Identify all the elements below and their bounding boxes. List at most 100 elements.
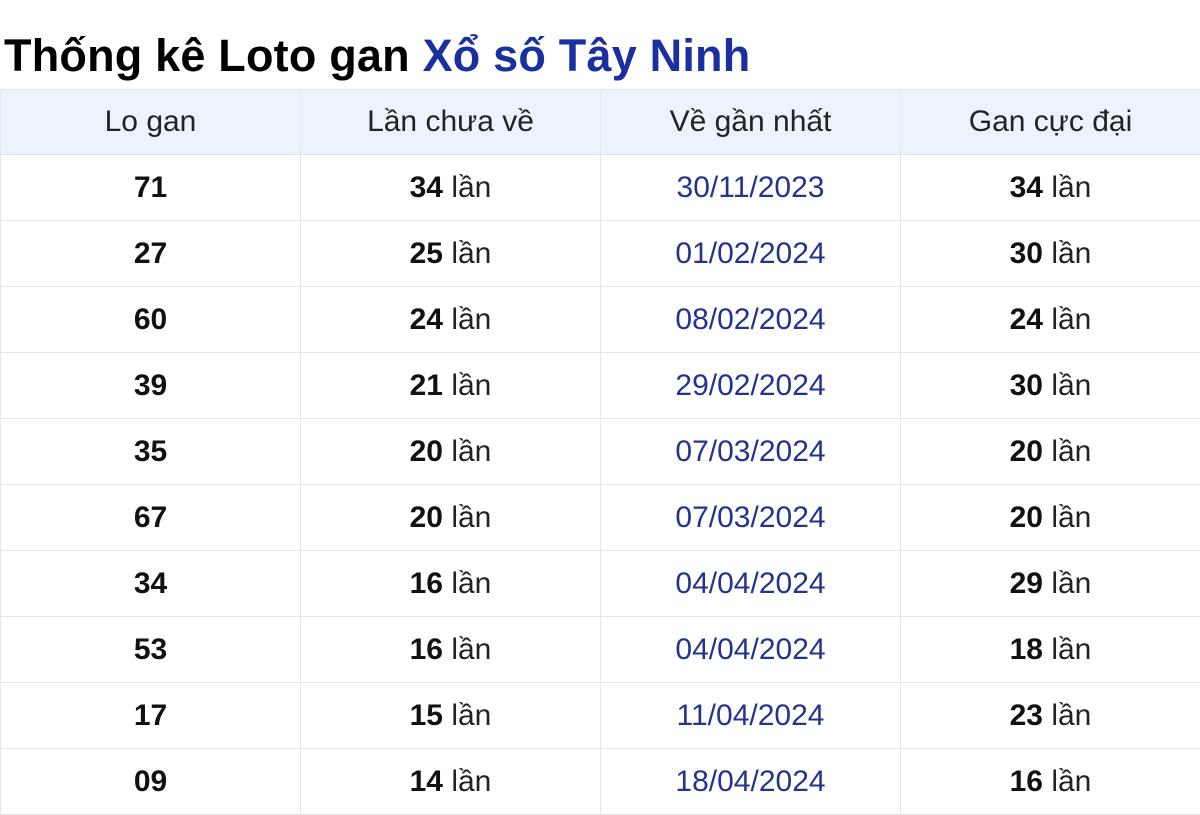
lo-number-cell: 34 xyxy=(1,551,301,617)
lo-number: 67 xyxy=(134,501,167,534)
lo-number: 17 xyxy=(134,699,167,732)
draws-missed-unit: lần xyxy=(451,567,491,600)
last-seen-date-link[interactable]: 07/03/2024 xyxy=(675,435,825,468)
max-gap-unit: lần xyxy=(1051,633,1091,666)
max-gap-count: 20 xyxy=(1010,435,1043,468)
table-row: 39 21 lần 29/02/2024 30 lần xyxy=(1,353,1200,419)
draws-missed-unit: lần xyxy=(451,435,491,468)
last-seen-date-link[interactable]: 18/04/2024 xyxy=(675,765,825,798)
last-seen-cell: 18/04/2024 xyxy=(601,749,901,815)
max-gap-unit: lần xyxy=(1051,237,1091,270)
draws-missed-unit: lần xyxy=(451,171,491,204)
lo-number: 35 xyxy=(134,435,167,468)
draws-missed-cell: 34 lần xyxy=(301,155,601,221)
draws-missed-unit: lần xyxy=(451,501,491,534)
last-seen-date-link[interactable]: 29/02/2024 xyxy=(675,369,825,402)
column-header-lan-chua-ve: Lần chưa về xyxy=(301,90,601,155)
max-gap-cell: 30 lần xyxy=(901,221,1200,287)
max-gap-count: 18 xyxy=(1010,633,1043,666)
max-gap-unit: lần xyxy=(1051,369,1091,402)
max-gap-cell: 18 lần xyxy=(901,617,1200,683)
last-seen-date-link[interactable]: 04/04/2024 xyxy=(675,567,825,600)
draws-missed-cell: 24 lần xyxy=(301,287,601,353)
column-header-lo-gan: Lo gan xyxy=(1,90,301,155)
max-gap-cell: 23 lần xyxy=(901,683,1200,749)
max-gap-cell: 20 lần xyxy=(901,485,1200,551)
max-gap-count: 16 xyxy=(1010,765,1043,798)
lo-number: 60 xyxy=(134,303,167,336)
last-seen-date-link[interactable]: 08/02/2024 xyxy=(675,303,825,336)
max-gap-unit: lần xyxy=(1051,765,1091,798)
table-row: 27 25 lần 01/02/2024 30 lần xyxy=(1,221,1200,287)
table-row: 53 16 lần 04/04/2024 18 lần xyxy=(1,617,1200,683)
draws-missed-cell: 16 lần xyxy=(301,551,601,617)
lo-number-cell: 35 xyxy=(1,419,301,485)
draws-missed-unit: lần xyxy=(451,765,491,798)
draws-missed-count: 24 xyxy=(410,303,443,336)
lo-number-cell: 27 xyxy=(1,221,301,287)
last-seen-cell: 07/03/2024 xyxy=(601,485,901,551)
max-gap-unit: lần xyxy=(1051,501,1091,534)
max-gap-count: 30 xyxy=(1010,369,1043,402)
page-title: Thống kê Loto gan Xổ số Tây Ninh xyxy=(4,26,750,86)
max-gap-unit: lần xyxy=(1051,303,1091,336)
lo-number: 27 xyxy=(134,237,167,270)
max-gap-count: 24 xyxy=(1010,303,1043,336)
last-seen-cell: 04/04/2024 xyxy=(601,617,901,683)
max-gap-cell: 16 lần xyxy=(901,749,1200,815)
lo-number-cell: 39 xyxy=(1,353,301,419)
max-gap-cell: 34 lần xyxy=(901,155,1200,221)
last-seen-cell: 04/04/2024 xyxy=(601,551,901,617)
draws-missed-unit: lần xyxy=(451,369,491,402)
draws-missed-count: 20 xyxy=(410,501,443,534)
lottery-province-link[interactable]: Xổ số Tây Ninh xyxy=(423,30,751,81)
draws-missed-count: 14 xyxy=(410,765,443,798)
table-row: 60 24 lần 08/02/2024 24 lần xyxy=(1,287,1200,353)
loto-gan-table: Lo gan Lần chưa về Về gần nhất Gan cực đ… xyxy=(0,89,1200,815)
table-row: 34 16 lần 04/04/2024 29 lần xyxy=(1,551,1200,617)
table-row: 17 15 lần 11/04/2024 23 lần xyxy=(1,683,1200,749)
draws-missed-unit: lần xyxy=(451,699,491,732)
table-header-row: Lo gan Lần chưa về Về gần nhất Gan cực đ… xyxy=(1,90,1200,155)
last-seen-date-link[interactable]: 30/11/2023 xyxy=(677,171,825,204)
draws-missed-unit: lần xyxy=(451,237,491,270)
lo-number-cell: 67 xyxy=(1,485,301,551)
last-seen-cell: 30/11/2023 xyxy=(601,155,901,221)
last-seen-cell: 01/02/2024 xyxy=(601,221,901,287)
max-gap-cell: 30 lần xyxy=(901,353,1200,419)
lo-number-cell: 17 xyxy=(1,683,301,749)
table-row: 67 20 lần 07/03/2024 20 lần xyxy=(1,485,1200,551)
draws-missed-cell: 14 lần xyxy=(301,749,601,815)
last-seen-date-link[interactable]: 04/04/2024 xyxy=(675,633,825,666)
max-gap-unit: lần xyxy=(1051,435,1091,468)
last-seen-date-link[interactable]: 11/04/2024 xyxy=(677,699,825,732)
table-row: 35 20 lần 07/03/2024 20 lần xyxy=(1,419,1200,485)
lo-number-cell: 71 xyxy=(1,155,301,221)
table-body: 71 34 lần 30/11/2023 34 lần 27 25 lần 01… xyxy=(1,155,1200,815)
lo-number-cell: 60 xyxy=(1,287,301,353)
max-gap-unit: lần xyxy=(1051,171,1091,204)
draws-missed-count: 15 xyxy=(410,699,443,732)
lo-number: 53 xyxy=(134,633,167,666)
max-gap-cell: 29 lần xyxy=(901,551,1200,617)
draws-missed-cell: 25 lần xyxy=(301,221,601,287)
lo-number: 34 xyxy=(134,567,167,600)
last-seen-date-link[interactable]: 07/03/2024 xyxy=(675,501,825,534)
lo-number: 39 xyxy=(134,369,167,402)
table-row: 09 14 lần 18/04/2024 16 lần xyxy=(1,749,1200,815)
last-seen-date-link[interactable]: 01/02/2024 xyxy=(675,237,825,270)
page-title-prefix: Thống kê Loto gan xyxy=(4,30,410,81)
max-gap-count: 29 xyxy=(1010,567,1043,600)
max-gap-cell: 20 lần xyxy=(901,419,1200,485)
draws-missed-count: 25 xyxy=(410,237,443,270)
draws-missed-count: 34 xyxy=(410,171,443,204)
column-header-ve-gan-nhat: Về gần nhất xyxy=(601,90,901,155)
draws-missed-cell: 16 lần xyxy=(301,617,601,683)
draws-missed-count: 21 xyxy=(410,369,443,402)
lo-number: 71 xyxy=(134,171,167,204)
lo-number-cell: 53 xyxy=(1,617,301,683)
draws-missed-count: 16 xyxy=(410,567,443,600)
last-seen-cell: 11/04/2024 xyxy=(601,683,901,749)
draws-missed-cell: 15 lần xyxy=(301,683,601,749)
draws-missed-cell: 21 lần xyxy=(301,353,601,419)
